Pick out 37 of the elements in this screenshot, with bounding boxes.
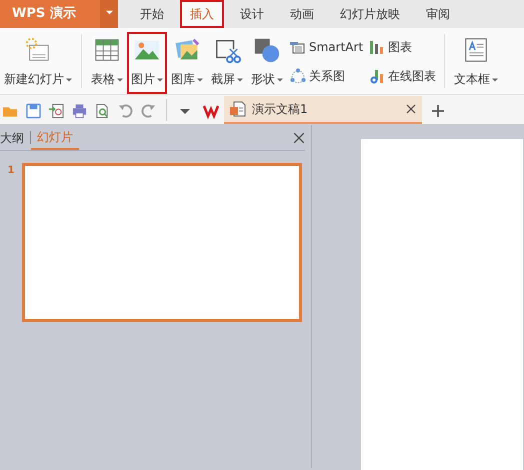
ribbon-button[interactable]: 关系图	[287, 61, 366, 90]
undo-icon	[118, 103, 132, 120]
app-menu-dropdown[interactable]	[100, 0, 118, 28]
close-icon[interactable]	[293, 132, 305, 144]
shapes-icon	[253, 36, 281, 64]
ribbon-button[interactable]: 截屏	[207, 32, 247, 94]
ribbon-tab[interactable]: 插入	[180, 0, 224, 28]
ribbon-button[interactable]: 新建幻灯片	[0, 32, 76, 94]
slide-thumbnail[interactable]	[22, 163, 302, 322]
w-logo-icon	[203, 103, 219, 120]
ribbon-button[interactable]: 图片	[127, 32, 167, 94]
export-icon	[48, 103, 64, 120]
ribbon-button[interactable]: 形状	[247, 32, 287, 94]
caret-icon	[106, 9, 113, 16]
print-icon	[72, 103, 86, 120]
presentation-file-icon	[230, 100, 246, 116]
ribbon-button[interactable]: 图库	[167, 32, 207, 94]
ribbon-tab[interactable]: 幻灯片放映	[330, 0, 410, 28]
ribbon-button[interactable]: SmartArt	[287, 32, 366, 61]
print-preview-icon	[94, 103, 110, 120]
online-chart-icon	[369, 68, 386, 84]
ribbon-tab[interactable]: 动画	[280, 0, 324, 28]
panel-tab[interactable]: 大纲	[0, 126, 30, 150]
document-title: 演示文稿1	[252, 100, 309, 118]
ribbon-button[interactable]: 文本框	[450, 32, 502, 94]
ribbon-tab[interactable]: 审阅	[416, 0, 460, 28]
redo-icon	[140, 103, 156, 120]
ribbon-button[interactable]: 在线图表	[366, 61, 440, 90]
ribbon-tab[interactable]: 开始	[130, 0, 174, 28]
ribbon-button[interactable]: 图表	[366, 32, 440, 61]
ribbon-tab[interactable]: 设计	[230, 0, 274, 28]
save-icon	[26, 103, 40, 120]
slide-number: 1	[6, 164, 16, 178]
document-tab[interactable]: 演示文稿1	[224, 96, 422, 124]
ribbon-button[interactable]: 表格	[87, 32, 127, 94]
relation-diagram-icon	[290, 68, 306, 84]
chart-icon	[369, 38, 386, 54]
